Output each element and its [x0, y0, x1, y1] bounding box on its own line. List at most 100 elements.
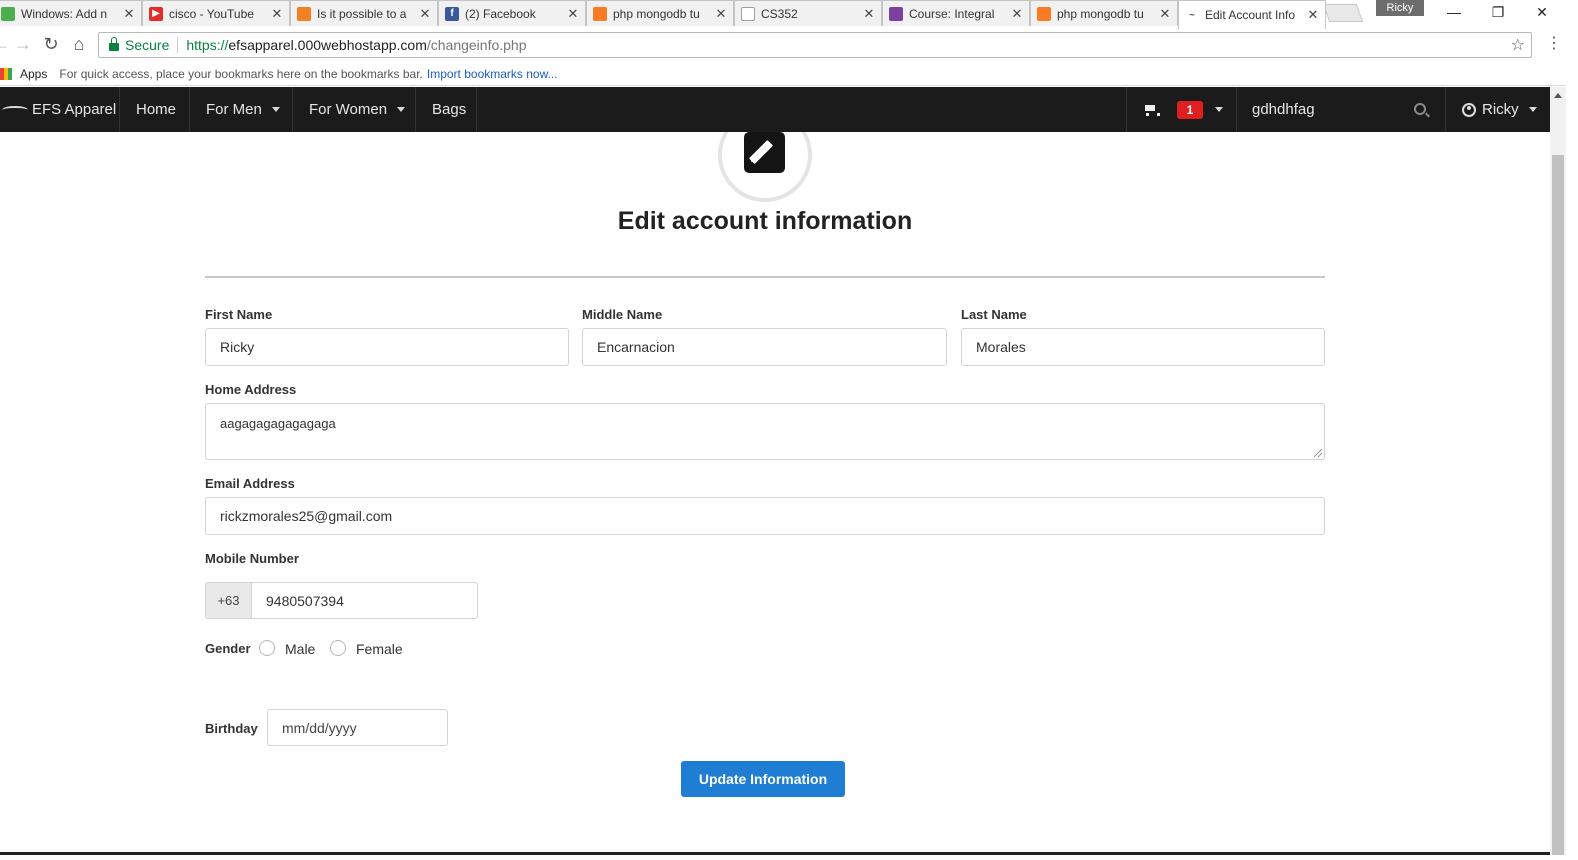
gender-label: Gender: [205, 641, 251, 656]
search-icon[interactable]: [1414, 103, 1426, 115]
tab-title: php mongodb tu: [1057, 6, 1144, 21]
apps-icon[interactable]: [0, 67, 12, 80]
youtube-icon: ▶: [149, 6, 163, 21]
browser-tab[interactable]: ▶ cisco - YouTube ✕: [142, 0, 290, 26]
omnibox-divider: [177, 37, 179, 53]
home-address-textarea[interactable]: aagagagagagagaga: [205, 403, 1325, 460]
nav-home[interactable]: Home: [120, 87, 190, 132]
email-label: Email Address: [205, 476, 295, 491]
middle-name-input[interactable]: Encarnacion: [582, 328, 947, 366]
lock-icon: [109, 37, 119, 51]
bookmark-star-icon[interactable]: ☆: [1511, 35, 1525, 55]
back-icon[interactable]: ←: [0, 33, 12, 55]
cart-icon: [1143, 103, 1160, 116]
close-icon[interactable]: ✕: [1009, 6, 1025, 22]
browser-tab[interactable]: php mongodb tu ✕: [586, 0, 734, 26]
bookmarks-message: For quick access, place your bookmarks h…: [59, 66, 423, 81]
reload-icon[interactable]: ↻: [40, 33, 62, 55]
caret-down-icon: [1528, 107, 1537, 112]
close-icon[interactable]: ✕: [121, 6, 137, 22]
caret-down-icon: [1215, 107, 1223, 112]
close-icon[interactable]: ✕: [861, 6, 877, 22]
nav-label: For Women: [309, 101, 388, 118]
brand-link[interactable]: EFS Apparel: [0, 87, 120, 132]
profile-chip[interactable]: Ricky: [1376, 0, 1424, 16]
apps-label[interactable]: Apps: [20, 67, 47, 81]
url-path: /changeinfo.php: [426, 37, 527, 53]
restore-button[interactable]: ❐: [1476, 2, 1520, 22]
browser-tab[interactable]: Windows: Add n ✕: [0, 0, 142, 26]
resize-grip-icon[interactable]: [1314, 449, 1322, 457]
import-bookmarks-link[interactable]: Import bookmarks now...: [427, 67, 558, 81]
bookmarks-bar: Apps For quick access, place your bookma…: [0, 62, 1578, 86]
last-name-input[interactable]: Morales: [961, 328, 1325, 366]
scrollbar-thumb[interactable]: [1552, 155, 1564, 855]
school-shield-icon: [889, 6, 903, 21]
nav-label: For Men: [206, 101, 262, 118]
last-name-label: Last Name: [961, 307, 1027, 322]
xampp-icon: [593, 6, 607, 21]
browser-menu-icon[interactable]: ⋮: [1546, 33, 1562, 53]
browser-tab[interactable]: CS352 ✕: [734, 0, 882, 26]
new-tab-button[interactable]: [1322, 4, 1364, 22]
home-icon[interactable]: ⌂: [68, 33, 90, 55]
browser-toolbar: ← → ↻ ⌂ Secure https://efsapparel.000web…: [0, 29, 1578, 62]
facebook-icon: f: [445, 6, 459, 21]
cart-count-badge: 1: [1177, 100, 1203, 119]
birthday-input[interactable]: mm/dd/yyyy: [267, 709, 448, 746]
nav-for-women[interactable]: For Women: [293, 87, 416, 132]
nav-bags[interactable]: Bags: [416, 87, 477, 132]
vertical-scrollbar[interactable]: [1550, 87, 1566, 855]
page-title: Edit account information: [617, 207, 913, 235]
close-window-button[interactable]: ✕: [1520, 2, 1564, 22]
browser-tab-active[interactable]: ~ Edit Account Info ✕: [1178, 0, 1326, 29]
browser-tab[interactable]: f (2) Facebook ✕: [438, 0, 586, 26]
close-icon[interactable]: ✕: [1305, 7, 1321, 23]
update-information-button[interactable]: Update Information: [681, 761, 845, 797]
tab-title: Edit Account Info: [1205, 8, 1296, 22]
close-icon[interactable]: ✕: [1157, 6, 1173, 22]
home-address-value: aagagagagagagaga: [220, 416, 336, 431]
pencil-icon: [748, 139, 774, 165]
caret-down-icon: [397, 107, 406, 112]
close-icon[interactable]: ✕: [269, 6, 285, 22]
caret-down-icon: [271, 107, 280, 112]
gender-male-label[interactable]: Male: [285, 641, 315, 657]
divider: [205, 276, 1325, 278]
user-menu[interactable]: Ricky: [1445, 87, 1550, 132]
address-bar[interactable]: Secure https://efsapparel.000webhostapp.…: [98, 32, 1532, 58]
search-input[interactable]: gdhdhfag: [1252, 87, 1315, 132]
gender-female-label[interactable]: Female: [356, 641, 403, 657]
nav-label: Home: [136, 101, 177, 118]
home-address-label: Home Address: [205, 382, 297, 397]
cart-dropdown[interactable]: 1: [1126, 87, 1237, 132]
url-scheme: https://: [186, 37, 229, 53]
forward-icon[interactable]: →: [12, 33, 34, 55]
gender-female-radio[interactable]: [330, 640, 346, 656]
close-icon[interactable]: ✕: [417, 6, 433, 22]
browser-tab[interactable]: php mongodb tu ✕: [1030, 0, 1178, 26]
close-icon[interactable]: ✕: [565, 6, 581, 22]
tab-title: Course: Integral: [909, 6, 995, 21]
mobile-input[interactable]: 9480507394: [251, 582, 478, 619]
minimize-button[interactable]: —: [1432, 2, 1476, 22]
close-icon[interactable]: ✕: [713, 6, 729, 22]
email-input[interactable]: rickzmorales25@gmail.com: [205, 497, 1325, 535]
tab-title: Windows: Add n: [21, 6, 108, 21]
first-name-input[interactable]: Ricky: [205, 328, 569, 366]
brand-name: EFS Apparel: [32, 101, 117, 118]
browser-tab[interactable]: Is it possible to a ✕: [290, 0, 438, 26]
middle-name-label: Middle Name: [582, 307, 663, 322]
nav-for-men[interactable]: For Men: [190, 87, 293, 132]
nav-label: Bags: [432, 101, 467, 118]
scroll-up-arrow-icon[interactable]: [1554, 93, 1562, 98]
site-navbar: EFS Apparel Home For Men For Women Bags …: [0, 87, 1550, 132]
green-shield-icon: [1, 6, 15, 21]
browser-tab[interactable]: Course: Integral ✕: [882, 0, 1030, 26]
tab-title: cisco - YouTube: [169, 6, 254, 21]
secure-label: Secure: [125, 37, 170, 53]
document-icon: [741, 6, 755, 21]
tab-title: (2) Facebook: [465, 6, 536, 21]
country-code-addon: +63: [205, 582, 251, 619]
gender-male-radio[interactable]: [259, 640, 275, 656]
